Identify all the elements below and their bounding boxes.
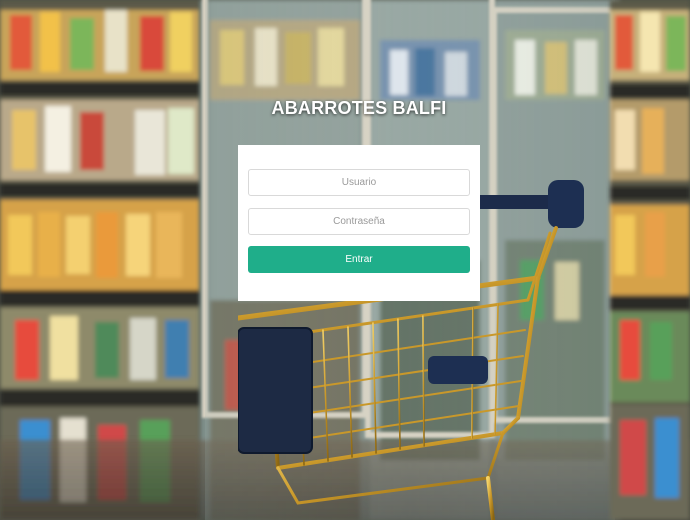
login-panel: Entrar <box>238 145 480 301</box>
app-title: ABARROTES BALFI <box>271 98 447 118</box>
password-input[interactable] <box>248 208 470 235</box>
login-button[interactable]: Entrar <box>248 246 470 273</box>
username-input[interactable] <box>248 169 470 196</box>
